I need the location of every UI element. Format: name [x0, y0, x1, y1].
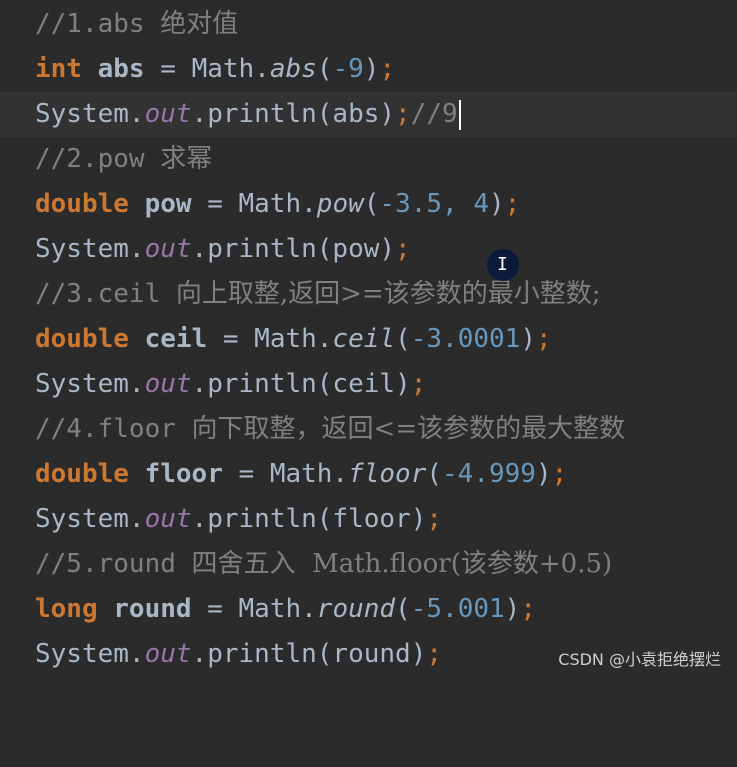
class-name: System.: [35, 234, 145, 264]
comment-text: //5.round: [35, 549, 192, 579]
code-line-2[interactable]: int abs = Math.abs(-9);: [0, 47, 737, 92]
paren-close: ): [489, 189, 505, 219]
keyword: int: [35, 54, 82, 84]
paren-close: ): [363, 54, 380, 84]
comment-text: //1.abs: [35, 9, 161, 39]
class-name: Math.: [191, 54, 270, 84]
method-name: ceil: [332, 324, 396, 354]
code-editor[interactable]: //1.abs 绝对值 int abs = Math.abs(-9); Syst…: [0, 0, 737, 680]
semicolon: ;: [535, 324, 552, 354]
argument: -9: [332, 54, 364, 84]
method-name: floor: [348, 459, 427, 489]
paren-close: ): [504, 594, 521, 624]
code-line-8[interactable]: double ceil = Math.ceil(-3.0001);: [0, 317, 737, 362]
method-name: abs: [269, 54, 317, 84]
comment-text: //2.pow: [35, 144, 161, 174]
variable: floor: [128, 459, 223, 489]
code-line-3[interactable]: System.out.println(abs);//9: [0, 92, 737, 137]
method-call: .println(abs): [191, 99, 396, 129]
semicolon: ;: [410, 369, 427, 399]
code-line-11[interactable]: double floor = Math.floor(-4.999);: [0, 452, 737, 497]
paren-open: (: [395, 324, 411, 354]
class-name: Math.: [254, 324, 333, 354]
class-name: System.: [35, 369, 145, 399]
code-line-12[interactable]: System.out.println(floor);: [0, 497, 737, 542]
paren-open: (: [316, 54, 333, 84]
semicolon: ;: [426, 639, 443, 669]
text-caret: [458, 99, 461, 130]
comment-cjk: 向下取整，返回<=该参数的最大整数: [191, 414, 626, 444]
argument: -3.5, 4: [379, 189, 489, 219]
variable: abs: [81, 54, 145, 84]
method-call: .println(floor): [191, 504, 427, 534]
comment-cjk: 求幂: [160, 144, 213, 174]
argument: -5.001: [410, 594, 505, 624]
comment-text: //9: [410, 99, 458, 129]
code-line-5[interactable]: double pow = Math.pow(-3.5, 4);: [0, 182, 737, 227]
class-name: System.: [35, 99, 145, 129]
code-line-4[interactable]: //2.pow 求幂: [0, 137, 737, 182]
comment-cjk: 向上取整,返回>=该参数的最小整数;: [175, 279, 601, 309]
paren-open: (: [395, 594, 411, 624]
paren-open: (: [363, 189, 380, 219]
operator: =: [191, 594, 239, 624]
method-call: .println(round): [191, 639, 427, 669]
paren-close: ): [520, 324, 536, 354]
semicolon: ;: [504, 189, 521, 219]
variable: ceil: [128, 324, 208, 354]
method-name: round: [316, 594, 396, 624]
operator: =: [144, 54, 192, 84]
semicolon: ;: [426, 504, 443, 534]
operator: =: [222, 459, 270, 489]
comment-cjk: 四舍五入 Math.floor(该参数+0.5): [191, 549, 613, 579]
text-cursor-icon: I: [497, 254, 508, 275]
keyword: double: [35, 324, 129, 354]
comment-cjk: 绝对值: [160, 9, 239, 39]
method-call: .println(ceil): [191, 369, 411, 399]
code-line-14[interactable]: long round = Math.round(-5.001);: [0, 587, 737, 632]
class-name: Math.: [269, 459, 349, 489]
argument: -4.999: [442, 459, 536, 489]
field-name: out: [144, 504, 192, 534]
semicolon: ;: [395, 234, 411, 264]
code-line-9[interactable]: System.out.println(ceil);: [0, 362, 737, 407]
code-line-7[interactable]: //3.ceil 向上取整,返回>=该参数的最小整数;: [0, 272, 737, 317]
class-name: Math.: [238, 189, 317, 219]
class-name: System.: [35, 639, 145, 669]
class-name: Math.: [238, 594, 317, 624]
comment-text: //4.floor: [35, 414, 192, 444]
keyword: long: [35, 594, 98, 624]
field-name: out: [144, 639, 192, 669]
class-name: System.: [35, 504, 145, 534]
semicolon: ;: [395, 99, 411, 129]
semicolon: ;: [520, 594, 536, 624]
variable: round: [97, 594, 192, 624]
operator: =: [207, 324, 255, 354]
method-call: .println(pow): [191, 234, 396, 264]
paren-close: ): [535, 459, 552, 489]
code-line-1[interactable]: //1.abs 绝对值: [0, 2, 737, 47]
semicolon: ;: [551, 459, 568, 489]
code-line-13[interactable]: //5.round 四舍五入 Math.floor(该参数+0.5): [0, 542, 737, 587]
field-name: out: [144, 99, 192, 129]
field-name: out: [144, 234, 192, 264]
watermark: CSDN @小袁拒绝摆烂: [558, 650, 721, 669]
code-line-10[interactable]: //4.floor 向下取整，返回<=该参数的最大整数: [0, 407, 737, 452]
field-name: out: [144, 369, 192, 399]
code-line-6[interactable]: System.out.println(pow);: [0, 227, 737, 272]
variable: pow: [128, 189, 192, 219]
argument: -3.0001: [410, 324, 521, 354]
paren-open: (: [426, 459, 443, 489]
semicolon: ;: [379, 54, 396, 84]
method-name: pow: [316, 189, 364, 219]
keyword: double: [35, 189, 129, 219]
operator: =: [191, 189, 239, 219]
keyword: double: [35, 459, 129, 489]
comment-text: //3.ceil: [35, 279, 176, 309]
